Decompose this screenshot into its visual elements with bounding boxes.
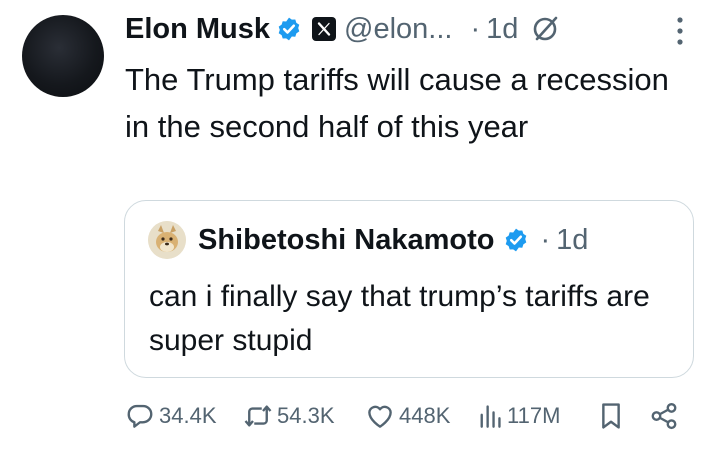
more-icon[interactable] xyxy=(672,14,688,48)
author-handle[interactable]: @elon... xyxy=(344,13,452,46)
repost-icon xyxy=(244,405,272,427)
like-count: 448K xyxy=(399,403,451,428)
verified-badge-icon xyxy=(505,228,526,252)
verified-badge-icon xyxy=(278,17,300,41)
tweet-text: The Trump tariffs will cause a recession… xyxy=(125,62,669,144)
share-icon xyxy=(651,402,677,430)
reply-count: 34.4K xyxy=(159,403,217,428)
header-separator: · xyxy=(470,12,481,45)
quoted-tweet[interactable]: Shibetoshi Nakamoto · 1d can i finally s… xyxy=(124,200,694,378)
quoted-author-name[interactable]: Shibetoshi Nakamoto xyxy=(198,224,495,257)
bookmark-icon xyxy=(602,403,620,429)
views-button[interactable]: 117M xyxy=(477,396,560,436)
quoted-header-separator: · xyxy=(540,223,551,256)
quoted-tweet-text: can i finally say that trump’s tariffs a… xyxy=(149,280,650,357)
grok-icon[interactable] xyxy=(530,14,560,44)
share-button[interactable] xyxy=(649,396,679,436)
like-icon xyxy=(368,405,392,428)
tweet-header: Elon Musk @elon... · 1d xyxy=(125,6,560,52)
views-icon xyxy=(480,405,501,428)
reply-button[interactable]: 34.4K xyxy=(125,396,217,436)
x-logo-icon xyxy=(312,17,337,41)
action-bar: 34.4K 54.3K 448K 117M xyxy=(125,396,685,436)
quoted-timestamp[interactable]: 1d xyxy=(556,224,588,257)
quoted-tweet-header: Shibetoshi Nakamoto · 1d xyxy=(198,217,588,263)
reply-icon xyxy=(127,404,153,428)
quoted-author-avatar[interactable] xyxy=(148,221,186,259)
author-name[interactable]: Elon Musk xyxy=(125,13,270,46)
repost-button[interactable]: 54.3K xyxy=(243,396,335,436)
bookmark-button[interactable] xyxy=(597,396,625,436)
repost-count: 54.3K xyxy=(277,403,335,428)
like-button[interactable]: 448K xyxy=(365,396,450,436)
doge-avatar-icon xyxy=(148,221,186,259)
tweet-timestamp[interactable]: 1d xyxy=(486,13,518,46)
author-avatar[interactable] xyxy=(22,15,104,97)
view-count: 117M xyxy=(507,403,561,428)
